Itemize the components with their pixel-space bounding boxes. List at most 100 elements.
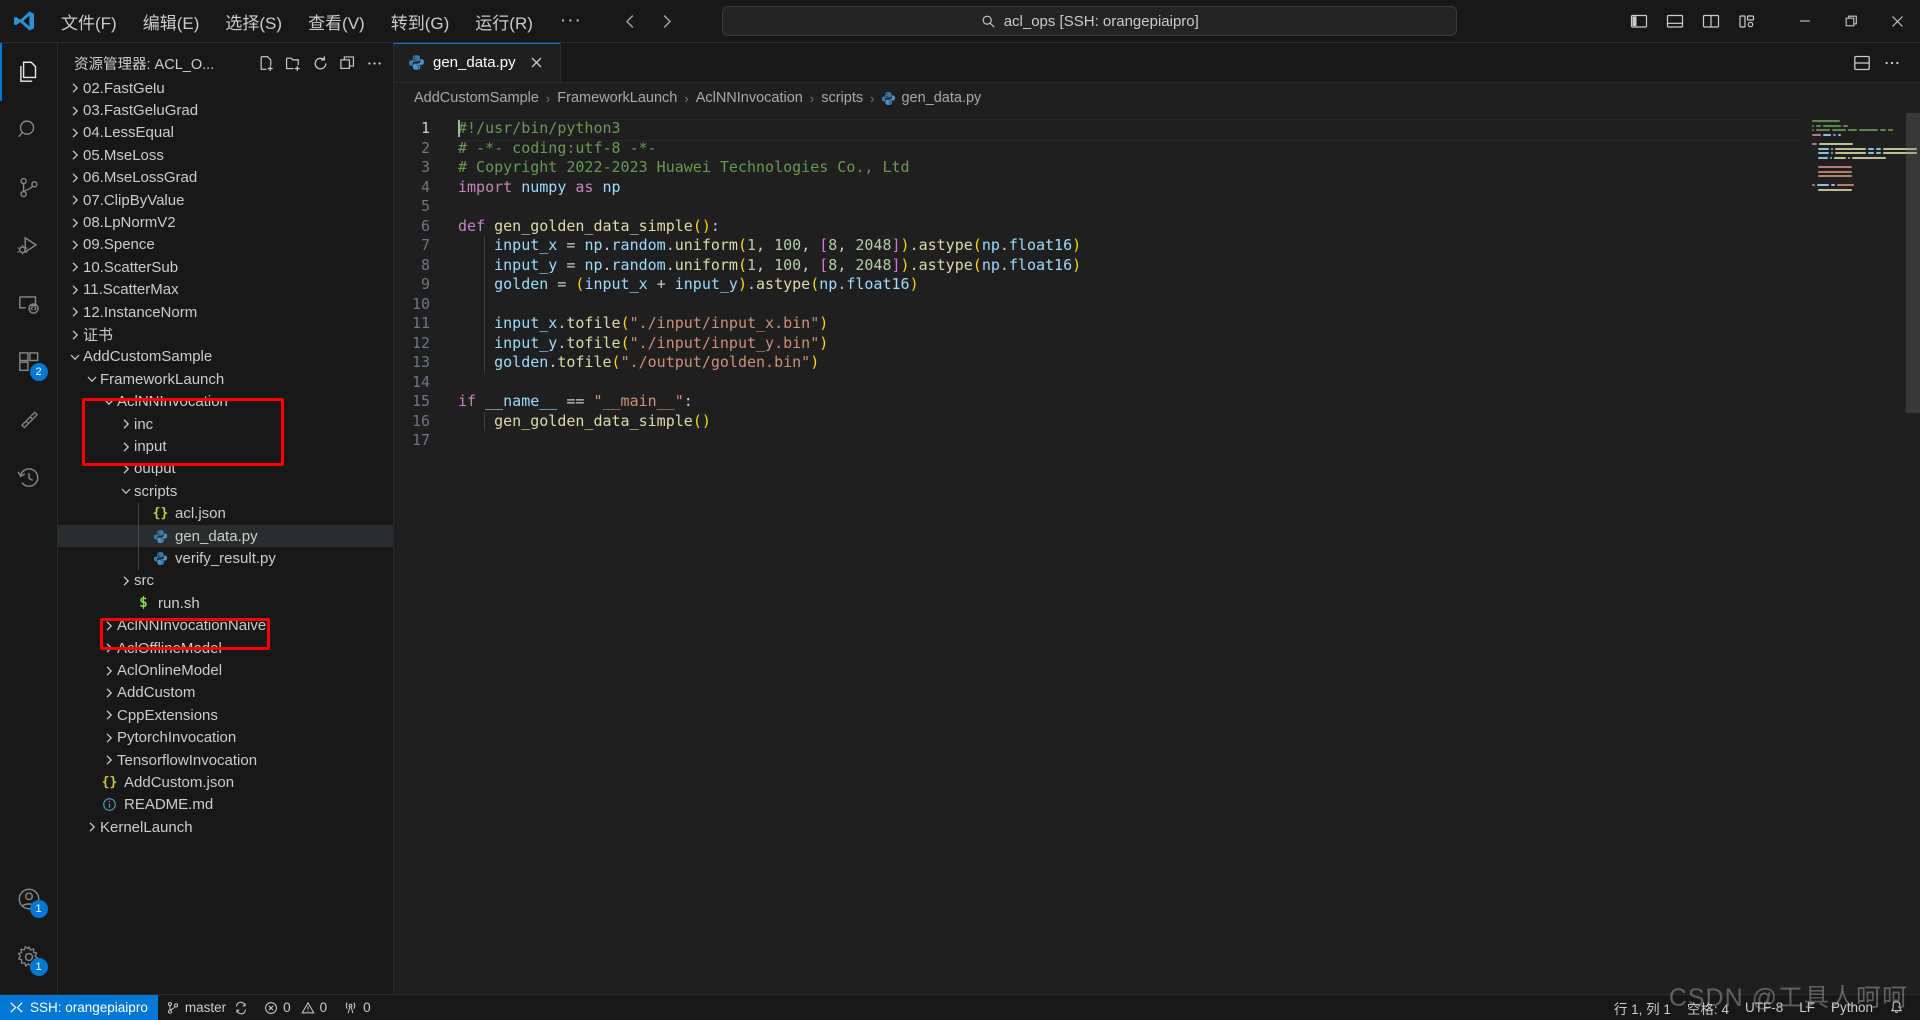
chevron-right-icon[interactable] (100, 730, 117, 746)
activity-item-testing[interactable] (0, 391, 58, 449)
chevron-right-icon[interactable] (100, 663, 117, 679)
menu-view[interactable]: 查看(V) (295, 6, 378, 36)
status-encoding[interactable]: UTF-8 (1737, 995, 1791, 1020)
activity-item-timeline[interactable] (0, 449, 58, 507)
chevron-right-icon[interactable] (117, 416, 134, 432)
tree-folder-row[interactable]: 11.ScatterMax (58, 279, 393, 301)
chevron-right-icon[interactable] (66, 103, 83, 119)
chevron-right-icon[interactable] (66, 259, 83, 275)
chevron-right-icon[interactable] (83, 819, 100, 835)
tree-file-row[interactable]: gen_data.py (58, 525, 393, 548)
activity-item-extensions[interactable]: 2 (0, 333, 58, 391)
breadcrumb-item[interactable]: AddCustomSample (412, 90, 541, 106)
code-line[interactable]: input_x = np.random.uniform(1, 100, [8, … (456, 236, 1802, 256)
code-line[interactable]: # -*- coding:utf-8 -*- (456, 139, 1802, 159)
tree-file-row[interactable]: README.md (58, 794, 393, 816)
maximize-restore-button[interactable] (1828, 0, 1874, 43)
breadcrumb-item[interactable]: scripts (819, 90, 865, 106)
minimap[interactable] (1802, 113, 1920, 994)
close-icon[interactable] (526, 52, 548, 74)
tree-folder-row[interactable]: 08.LpNormV2 (58, 211, 393, 233)
collapse-all-icon[interactable] (334, 50, 360, 76)
code-line[interactable]: import numpy as np (456, 178, 1802, 198)
chevron-right-icon[interactable] (100, 618, 117, 634)
menu-run[interactable]: 运行(R) (462, 6, 546, 36)
menu-more-button[interactable]: ··· (546, 6, 596, 36)
activity-item-explorer[interactable] (0, 43, 58, 101)
breadcrumb-item[interactable]: FrameworkLaunch (555, 90, 679, 106)
customize-layout-icon[interactable] (1730, 4, 1764, 38)
tree-folder-row[interactable]: AclOnlineModel (58, 659, 393, 681)
tree-folder-row[interactable]: scripts (58, 480, 393, 502)
code-line[interactable]: if __name__ == "__main__": (456, 392, 1802, 412)
code-content[interactable]: #!/usr/bin/python3 # -*- coding:utf-8 -*-… (456, 113, 1802, 994)
tree-folder-row[interactable]: 07.ClipByValue (58, 189, 393, 211)
status-branch[interactable]: master (158, 995, 256, 1020)
arrow-right-icon[interactable] (652, 6, 682, 36)
activity-item-search[interactable] (0, 101, 58, 159)
code-line[interactable]: golden = (input_x + input_y).astype(np.f… (456, 275, 1802, 295)
toggle-primary-sidebar-icon[interactable] (1622, 4, 1656, 38)
menu-goto[interactable]: 转到(G) (378, 6, 463, 36)
tree-folder-row[interactable]: CppExtensions (58, 704, 393, 726)
code-line[interactable]: input_y.tofile("./input/input_y.bin") (456, 334, 1802, 354)
chevron-right-icon[interactable] (66, 304, 83, 320)
code-line[interactable]: gen_golden_data_simple() (456, 412, 1802, 432)
refresh-icon[interactable] (307, 50, 333, 76)
chevron-right-icon[interactable] (100, 685, 117, 701)
tree-folder-row[interactable]: AddCustomSample (58, 346, 393, 368)
chevron-down-icon[interactable] (117, 483, 134, 499)
code-line[interactable]: #!/usr/bin/python3 (456, 119, 1802, 140)
file-tree[interactable]: 02.FastGelu 03.FastGeluGrad 04.LessEqual 05… (58, 83, 393, 994)
bell-icon[interactable] (1881, 995, 1912, 1020)
tree-folder-row[interactable]: 06.MseLossGrad (58, 167, 393, 189)
tree-folder-row[interactable]: 02.FastGelu (58, 83, 393, 99)
tree-folder-row[interactable]: src (58, 570, 393, 592)
chevron-right-icon[interactable] (117, 573, 134, 589)
chevron-right-icon[interactable] (66, 192, 83, 208)
code-editor[interactable]: 1 2 3 4 5 6 7 8 9 10 11 12 13 14 15 16 17 #!/usr/bin/pyt… (394, 113, 1920, 994)
code-line[interactable]: input_x.tofile("./input/input_x.bin") (456, 314, 1802, 334)
editor-scrollbar[interactable] (1906, 113, 1920, 994)
tree-folder-row[interactable]: 12.InstanceNorm (58, 301, 393, 323)
activity-item-remote-explorer[interactable] (0, 275, 58, 333)
tree-folder-row[interactable]: AddCustom (58, 682, 393, 704)
chevron-right-icon[interactable] (66, 147, 83, 163)
quick-open-search[interactable]: acl_ops [SSH: orangepiaipro] (722, 6, 1458, 36)
status-indentation[interactable]: 空格: 4 (1679, 995, 1737, 1020)
code-line[interactable] (456, 431, 1802, 451)
status-problems[interactable]: 0 0 (256, 995, 335, 1020)
arrow-left-icon[interactable] (616, 6, 646, 36)
minimize-button[interactable] (1782, 0, 1828, 43)
tree-folder-row[interactable]: 证书 (58, 323, 393, 345)
breadcrumb-item[interactable]: gen_data.py (879, 90, 983, 106)
chevron-right-icon[interactable] (66, 170, 83, 186)
ellipsis-icon[interactable] (1878, 49, 1906, 77)
code-line[interactable] (456, 197, 1802, 217)
activity-item-manage[interactable]: 1 (0, 928, 58, 986)
chevron-down-icon[interactable] (100, 394, 117, 410)
tree-folder-row[interactable]: 09.Spence (58, 234, 393, 256)
chevron-right-icon[interactable] (117, 439, 134, 455)
tree-folder-row[interactable]: AclOfflineModel (58, 637, 393, 659)
activity-item-source-control[interactable] (0, 159, 58, 217)
chevron-right-icon[interactable] (66, 327, 83, 343)
code-line[interactable]: input_y = np.random.uniform(1, 100, [8, … (456, 256, 1802, 276)
tree-folder-row[interactable]: PytorchInvocation (58, 727, 393, 749)
new-folder-icon[interactable] (280, 50, 306, 76)
chevron-right-icon[interactable] (66, 215, 83, 231)
tab-gen-data-py[interactable]: gen_data.py (394, 43, 561, 82)
tree-folder-row[interactable]: FrameworkLaunch (58, 368, 393, 390)
chevron-right-icon[interactable] (100, 707, 117, 723)
tree-folder-row[interactable]: 03.FastGeluGrad (58, 99, 393, 121)
code-line[interactable]: # Copyright 2022-2023 Huawei Technologie… (456, 158, 1802, 178)
activity-item-run-debug[interactable] (0, 217, 58, 275)
chevron-right-icon[interactable] (66, 282, 83, 298)
tree-folder-row[interactable]: AclNNInvocation (58, 391, 393, 413)
tree-folder-row[interactable]: 05.MseLoss (58, 144, 393, 166)
breadcrumb-item[interactable]: AclNNInvocation (694, 90, 805, 106)
tree-file-row[interactable]: $ run.sh (58, 592, 393, 614)
tree-folder-row[interactable]: TensorflowInvocation (58, 749, 393, 771)
chevron-right-icon[interactable] (66, 83, 83, 96)
tree-folder-row[interactable]: output (58, 458, 393, 480)
